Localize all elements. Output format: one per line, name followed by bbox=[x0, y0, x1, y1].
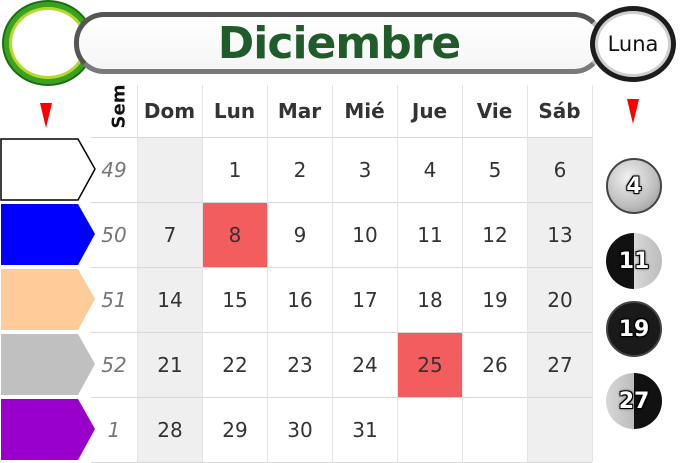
day-cell[interactable]: 1 bbox=[203, 138, 267, 202]
day-cell[interactable]: 19 bbox=[463, 268, 527, 332]
day-cell[interactable]: 8 bbox=[203, 203, 267, 267]
day-cell[interactable]: 9 bbox=[268, 203, 332, 267]
week-number: 1 bbox=[107, 417, 121, 442]
empty-day-cell bbox=[528, 398, 592, 462]
day-cell[interactable]: 27 bbox=[528, 333, 592, 397]
week-color-tab bbox=[0, 398, 95, 461]
day-cell[interactable]: 25 bbox=[398, 333, 462, 397]
day-cell[interactable]: 2 bbox=[268, 138, 332, 202]
day-header: Jue bbox=[411, 99, 448, 123]
week-color-tab bbox=[0, 203, 95, 266]
day-cell[interactable]: 13 bbox=[528, 203, 592, 267]
day-header: Vie bbox=[476, 99, 513, 123]
day-cell[interactable]: 15 bbox=[203, 268, 267, 332]
day-cell[interactable]: 17 bbox=[333, 268, 397, 332]
day-cell[interactable]: 24 bbox=[333, 333, 397, 397]
day-cell[interactable]: 23 bbox=[268, 333, 332, 397]
day-cell[interactable]: 21 bbox=[138, 333, 202, 397]
day-cell[interactable]: 20 bbox=[528, 268, 592, 332]
day-header: Mar bbox=[277, 99, 322, 123]
day-cell[interactable]: 4 bbox=[398, 138, 462, 202]
day-cell[interactable]: 11 bbox=[398, 203, 462, 267]
week-number: 50 bbox=[101, 222, 127, 247]
grid-line bbox=[592, 85, 593, 462]
week-number: 51 bbox=[101, 287, 127, 312]
day-header: Mié bbox=[344, 99, 385, 123]
day-header: Sáb bbox=[538, 99, 581, 123]
empty-day-cell bbox=[463, 398, 527, 462]
full-moon-icon: 4 bbox=[606, 158, 662, 214]
day-cell[interactable]: 16 bbox=[268, 268, 332, 332]
day-cell[interactable]: 5 bbox=[463, 138, 527, 202]
day-cell[interactable]: 26 bbox=[463, 333, 527, 397]
day-header: Lun bbox=[213, 99, 256, 123]
day-cell[interactable]: 22 bbox=[203, 333, 267, 397]
day-cell[interactable]: 10 bbox=[333, 203, 397, 267]
week-color-tab bbox=[0, 333, 95, 396]
first-quarter-icon: 27 bbox=[606, 373, 662, 429]
new-moon-icon: 19 bbox=[606, 301, 662, 357]
day-cell[interactable]: 7 bbox=[138, 203, 202, 267]
day-cell[interactable]: 14 bbox=[138, 268, 202, 332]
day-cell[interactable]: 31 bbox=[333, 398, 397, 462]
last-quarter-icon: 11 bbox=[606, 233, 662, 289]
day-cell[interactable]: 30 bbox=[268, 398, 332, 462]
day-cell[interactable]: 28 bbox=[138, 398, 202, 462]
day-cell[interactable]: 18 bbox=[398, 268, 462, 332]
empty-day-cell bbox=[398, 398, 462, 462]
week-number: 49 bbox=[101, 157, 127, 182]
week-color-tab bbox=[0, 138, 96, 201]
week-color-tab bbox=[0, 268, 95, 331]
day-cell[interactable]: 12 bbox=[463, 203, 527, 267]
day-cell[interactable]: 6 bbox=[528, 138, 592, 202]
day-cell[interactable]: 3 bbox=[333, 138, 397, 202]
calendar-grid: Dom Lun Mar Mié Jue Vie Sáb 49 1 2 3 4 5 6 50 7 8 9 10 11 12… bbox=[0, 0, 682, 463]
week-number: 52 bbox=[101, 352, 127, 377]
day-cell[interactable]: 29 bbox=[203, 398, 267, 462]
day-header: Dom bbox=[143, 99, 196, 123]
empty-day-cell bbox=[138, 138, 202, 202]
